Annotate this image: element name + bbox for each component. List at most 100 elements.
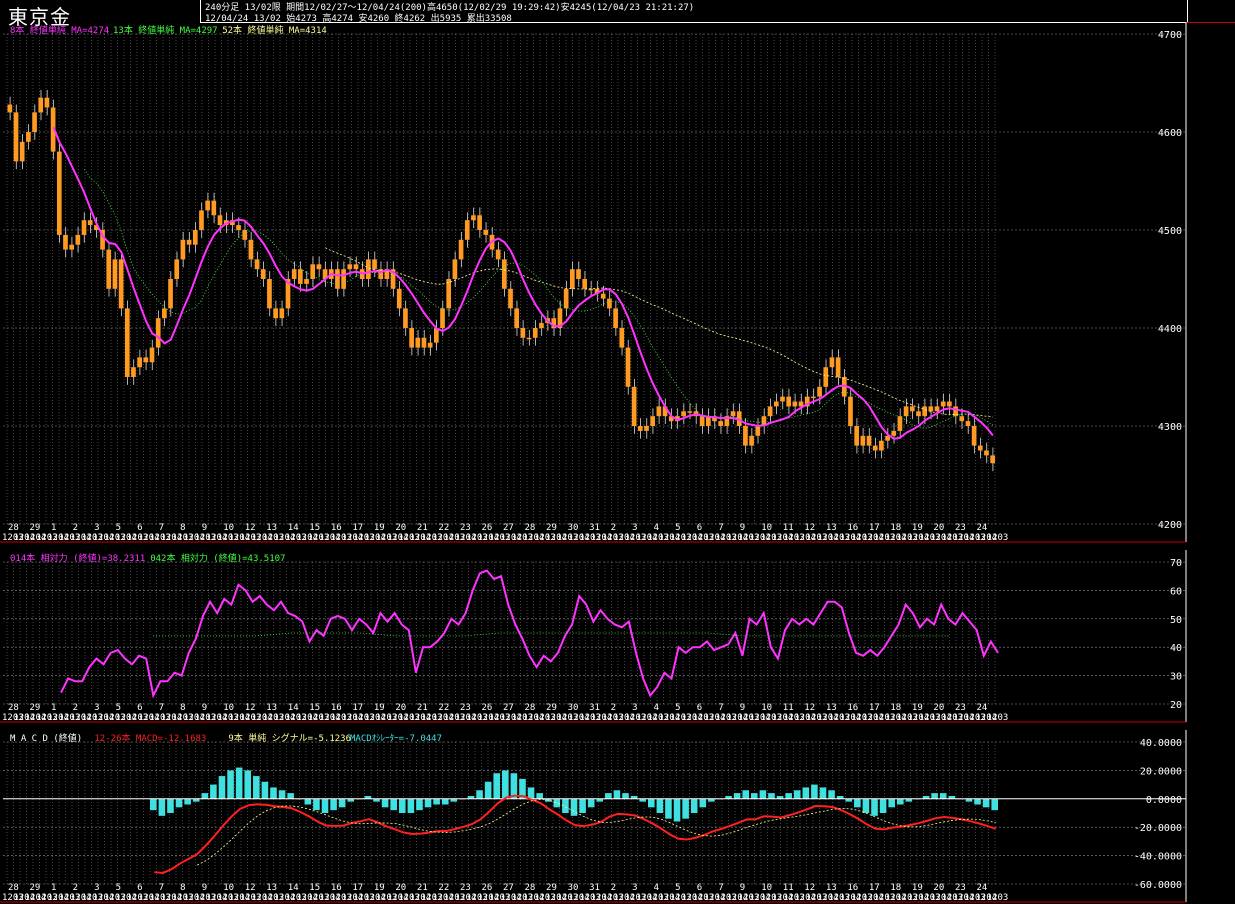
day-label: 16: [847, 883, 858, 893]
day-label: 13: [826, 703, 837, 713]
macd-osc-bar: [321, 798, 329, 813]
macd-osc-bar: [982, 798, 990, 808]
day-label: 19: [374, 883, 385, 893]
macd-osc-bar: [398, 798, 406, 813]
candle-body: [291, 269, 297, 279]
y-tick-label: 4400: [1158, 324, 1182, 335]
candle-body: [903, 406, 909, 417]
candle-body: [947, 401, 952, 407]
day-label: 22: [438, 883, 449, 893]
day-label: 16: [331, 703, 342, 713]
macd-osc-bar: [158, 798, 166, 816]
candle-body: [180, 239, 186, 260]
macd-osc-bar: [622, 793, 629, 799]
candle-body: [817, 386, 822, 397]
candle-body: [916, 411, 921, 417]
candle-body: [872, 445, 878, 451]
candle-body: [786, 396, 792, 407]
macd-osc-bar: [287, 793, 294, 799]
macd-osc-bar: [278, 790, 286, 799]
candle-body: [650, 416, 656, 426]
month-label: 1203: [987, 893, 1009, 903]
candle-body: [502, 259, 507, 289]
day-label: 3: [632, 523, 637, 533]
macd-osc-bar: [605, 793, 612, 799]
candle-body: [563, 288, 569, 309]
candle-body: [848, 396, 853, 426]
candle-body: [532, 328, 538, 338]
candle-body: [990, 455, 995, 464]
macd-osc-bar: [167, 798, 174, 813]
day-label: 5: [116, 883, 121, 893]
candle-body: [755, 426, 761, 436]
candle-body: [607, 298, 612, 309]
candle-body: [168, 279, 173, 309]
day-label: 20: [933, 523, 944, 533]
candle-body: [687, 411, 693, 413]
day-label: 10: [223, 523, 234, 533]
y-tick-label: 40: [1170, 643, 1182, 654]
macd-osc-bar: [699, 798, 707, 808]
candle-body: [415, 337, 421, 348]
day-label: 9: [202, 703, 207, 713]
macd-osc-bar: [441, 798, 449, 805]
day-label: 23: [955, 523, 966, 533]
day-label: 13: [266, 523, 277, 533]
macd-osc-bar: [647, 798, 655, 808]
candle-body: [452, 259, 458, 279]
macd-osc-bar: [416, 798, 423, 811]
y-tick-label: 30: [1170, 672, 1182, 683]
day-label: 17: [869, 703, 880, 713]
candle-body: [211, 200, 217, 216]
day-label: 22: [438, 523, 449, 533]
candle-body: [446, 279, 452, 309]
day-label: 27: [503, 883, 514, 893]
day-label: 6: [137, 703, 142, 713]
candle-body: [421, 337, 427, 348]
day-label: 23: [460, 883, 471, 893]
candle-body: [44, 97, 50, 108]
macd-osc-bar: [527, 787, 535, 799]
candle-body: [56, 151, 62, 235]
day-label: 1: [51, 703, 56, 713]
day-label: 23: [955, 703, 966, 713]
day-label: 17: [869, 883, 880, 893]
day-label: 9: [740, 703, 745, 713]
macd-osc-bar: [184, 798, 191, 805]
price-panel[interactable]: 4700 4600 4500 4400 4300 4200 8本 終値単純 MA=4274…: [0, 22, 1187, 543]
day-label: 4: [654, 703, 659, 713]
y-tick-label: 4600: [1158, 128, 1182, 139]
candle-body: [304, 279, 309, 284]
day-label: 2: [73, 523, 78, 533]
candle-body: [440, 308, 445, 328]
candle-body: [273, 308, 278, 319]
candle-body: [940, 401, 946, 407]
day-label: 12: [804, 703, 815, 713]
macd-osc-bar: [690, 798, 698, 813]
macd-panel[interactable]: 40.0000 20.0000 0.0000 -20.0000 -40.0000 -60.…: [0, 730, 1187, 903]
candle-body: [353, 264, 359, 270]
candle-body: [199, 210, 204, 230]
day-label: 3: [632, 883, 637, 893]
macd-osc-bar: [793, 790, 801, 799]
day-label: 10: [761, 703, 772, 713]
day-label: 26: [481, 523, 492, 533]
legend-entry: 13本 終値単純 MA=4297: [113, 24, 218, 36]
candle-body: [396, 288, 402, 309]
month-label: 1203: [987, 713, 1009, 723]
legend-entry: 8本 終値単純 MA=4274: [10, 24, 109, 36]
candle-body: [576, 269, 581, 279]
candle-body: [644, 426, 649, 431]
candle-body: [366, 259, 371, 279]
candle-body: [267, 279, 272, 309]
rsi-panel[interactable]: 70 60 50 40 30 20 014本 相対力 (終値)=38.2311 042本 相…: [0, 550, 1187, 723]
y-tick-label: 4500: [1158, 226, 1182, 237]
y-tick-label: 50: [1170, 615, 1182, 626]
macd-osc-bar: [673, 798, 681, 822]
day-label: 4: [654, 523, 659, 533]
candle-body: [347, 264, 353, 270]
day-label: 16: [847, 703, 858, 713]
day-label: 28: [525, 883, 536, 893]
candle-body: [310, 264, 316, 279]
macd-osc-bar: [862, 798, 870, 813]
